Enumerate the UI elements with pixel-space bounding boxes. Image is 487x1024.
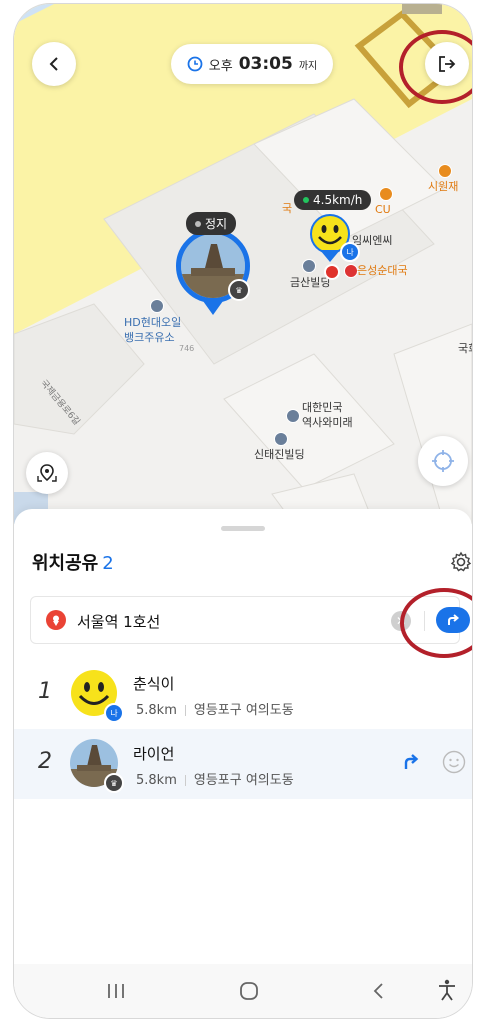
crown-icon: ♛ [104,773,124,793]
stop-status-text: 정지 [205,217,228,231]
poi-label-siwonjae: 시원재 [428,180,459,193]
poi-label-sintae: 신태진빌딩 [254,448,305,461]
member-count: 2 [102,553,114,574]
smiley-icon [442,750,466,774]
member-area: 영등포구 여의도동 [193,773,294,788]
map-pin-icon [46,610,66,630]
destination-field[interactable]: 서울역 1호선 ✕ [30,596,470,644]
building-poi-icon [286,409,300,423]
poi-label-hd-oil: HD현대오일 [124,316,182,329]
member-name: 춘식이 [133,675,175,693]
store-poi-icon [379,187,393,201]
sheet-title-text: 위치공유 [32,553,99,574]
gear-icon [450,551,472,572]
sheet-handle[interactable] [221,526,265,531]
sheet-title: 위치공유 2 [32,549,114,575]
back-nav-icon[interactable] [370,981,386,1001]
me-badge: 나 [104,703,124,723]
current-location-dot [324,264,340,280]
back-button[interactable] [32,42,76,86]
member-name: 라이언 [133,745,175,763]
poi-label-right: 국희 [458,342,472,355]
emoji-button[interactable] [442,750,466,778]
status-dot-icon [195,220,201,227]
route-to-member-button[interactable] [402,753,420,775]
crosshair-icon [432,450,454,472]
poi-label-history: 역사와미래 [302,416,353,429]
cafe-poi-icon [438,164,452,178]
location-share-sheet: 위치공유 2 서울역 1호선 ✕ 1 나 춘식이 5.8km 영등포구 여의도동… [14,509,472,969]
accessibility-icon[interactable] [436,978,458,1002]
poi-label-eunseong: 은성순대국 [357,264,408,277]
marker-tail [320,250,340,262]
member-rank: 1 [38,679,52,704]
poi-label-gukmin: 국 [282,202,293,215]
map-lot-number: 746 [179,344,195,353]
status-dot-icon [303,197,309,203]
poi-label-cu: CU [375,203,391,216]
crown-icon: ♛ [228,279,250,301]
restaurant-poi-icon [344,264,358,278]
chevron-left-icon [49,57,58,71]
speed-tag: 4.5km/h [294,190,372,210]
map-view[interactable]: 시원재 CU 국 임씨엔씨 은성순대국 금산빌딩 HD현대오일 뱅크주유소 74… [14,4,472,524]
gas-station-poi-icon [150,299,164,313]
member-distance: 5.8km [136,773,177,788]
member-area: 영등포구 여의도동 [193,703,294,718]
speed-text: 4.5km/h [313,193,363,207]
member-row[interactable]: 2 ♛ 라이언 5.8km 영등포구 여의도동 [14,729,472,799]
member-distance: 5.8km [136,703,177,718]
recent-apps-icon[interactable] [106,982,126,1000]
me-badge: 나 [340,242,360,262]
divider [184,705,186,716]
time-prefix: 오후 [208,58,233,74]
building-poi-icon [274,432,288,446]
time-value: 03:05 [238,54,293,74]
home-icon[interactable] [238,980,260,1002]
member-meta: 5.8km 영등포구 여의도동 [136,699,294,718]
member-meta: 5.8km 영등포구 여의도동 [136,769,294,788]
divider [184,775,186,786]
recenter-button[interactable] [418,436,468,486]
clock-icon [187,56,203,72]
poi-label-daehan: 대한민국 [302,401,343,414]
member-rank: 2 [38,749,52,774]
stop-status-tag: 정지 [186,212,237,235]
marker-tail [203,301,223,315]
member-row[interactable]: 1 나 춘식이 5.8km 영등포구 여의도동 [14,659,472,729]
poi-label-bank-gas: 뱅크주유소 [124,331,175,344]
location-target-icon [37,464,57,482]
settings-button[interactable] [450,551,472,577]
building-poi-icon [302,259,316,273]
time-suffix: 까지 [298,60,318,72]
highlight-circle-share [400,588,472,658]
phone-frame: 시원재 CU 국 임씨엔씨 은성순대국 금산빌딩 HD현대오일 뱅크주유소 74… [14,4,472,1018]
poi-label-geumsan: 금산빌딩 [290,276,331,289]
destination-text: 서울역 1호선 [77,613,161,631]
system-nav-bar [14,964,472,1018]
share-end-time: 오후 03:05 까지 [171,44,333,84]
locate-button[interactable] [26,452,68,494]
share-arrow-icon [404,754,419,769]
